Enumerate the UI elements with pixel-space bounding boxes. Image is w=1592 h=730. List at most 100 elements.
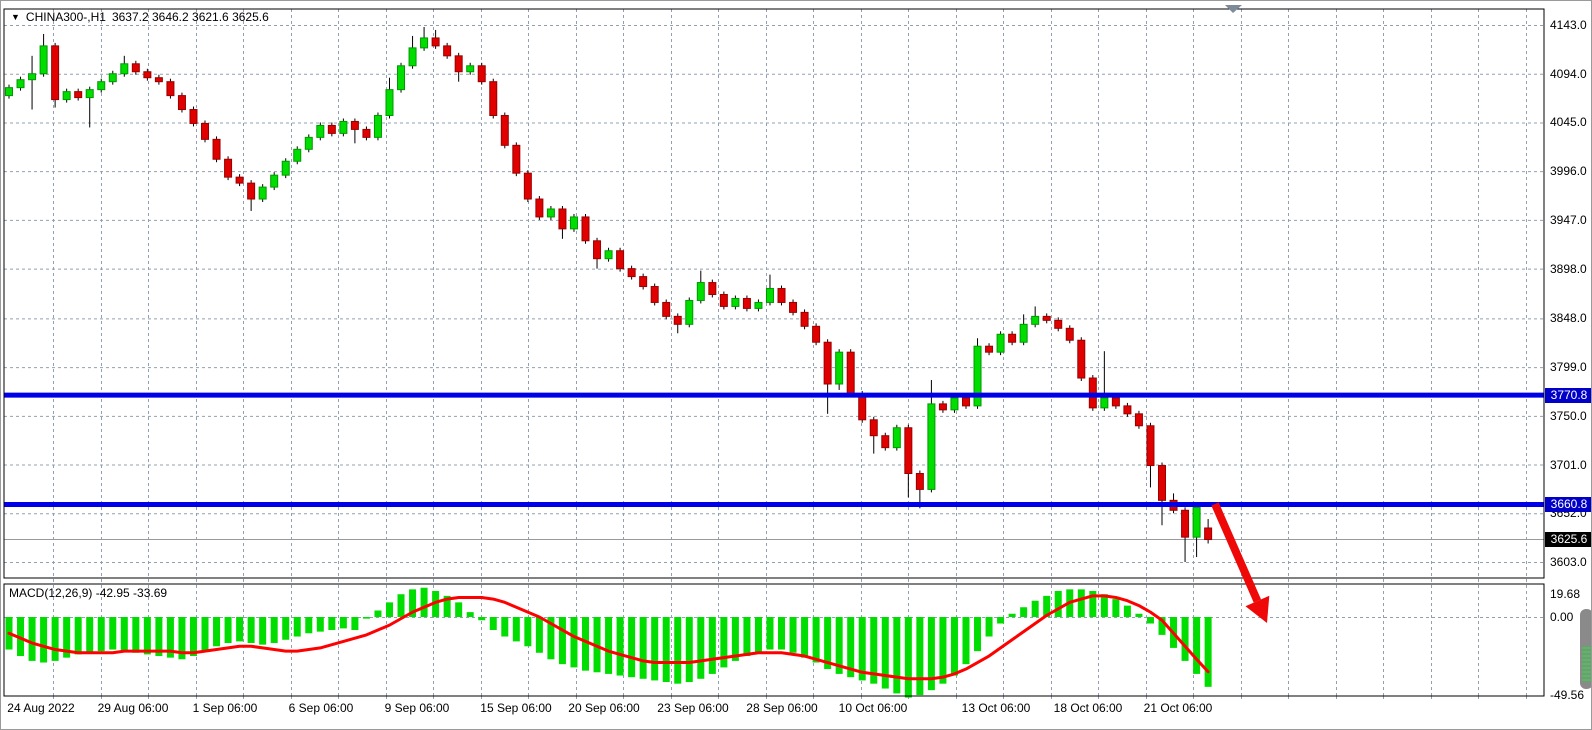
- macd-bar: [605, 617, 612, 674]
- macd-bar: [709, 617, 716, 674]
- candle-bull: [98, 82, 105, 90]
- macd-bar: [132, 617, 139, 653]
- macd-bar: [328, 617, 335, 630]
- candle-bear: [1078, 340, 1085, 378]
- price-tick-label: 3799.0: [1550, 361, 1587, 373]
- candle-bull: [547, 209, 554, 217]
- macd-bar: [398, 594, 405, 617]
- candle-bear: [824, 342, 831, 384]
- macd-bar: [778, 617, 785, 650]
- thumb-stripe: [1582, 647, 1591, 649]
- thumb-stripe: [1582, 679, 1591, 681]
- macd-bar: [743, 617, 750, 656]
- macd-bar: [790, 617, 797, 653]
- level-price-badge: 3770.8: [1545, 388, 1592, 403]
- macd-bar: [916, 617, 923, 695]
- candle-bear: [594, 241, 601, 259]
- macd-bar: [351, 617, 358, 630]
- macd-bar: [1135, 614, 1142, 617]
- candle-bear: [1147, 426, 1154, 466]
- candle-bear: [905, 428, 912, 474]
- candle-bull: [17, 80, 24, 88]
- candle-bear: [628, 269, 635, 277]
- candle-bull: [467, 66, 474, 72]
- candle-bull: [686, 300, 693, 324]
- candle-bear: [651, 287, 658, 303]
- macd-bar: [628, 617, 635, 677]
- ohlc-values: 3637.2 3646.2 3621.6 3625.6: [112, 10, 269, 24]
- candle-bull: [40, 46, 47, 74]
- macd-bar: [1009, 614, 1016, 617]
- scrollbar-thumb[interactable]: [1580, 609, 1592, 689]
- candle-bear: [236, 177, 243, 183]
- macd-bar: [559, 617, 566, 664]
- candle-bear: [524, 173, 531, 199]
- macd-bar: [144, 617, 151, 654]
- macd-bar: [951, 617, 958, 676]
- thumb-stripe: [1582, 663, 1591, 665]
- candle-bear: [870, 420, 877, 436]
- candle-bear: [248, 183, 255, 199]
- candle-bull: [86, 90, 93, 98]
- candle-bull: [386, 90, 393, 116]
- macd-bar: [813, 617, 820, 663]
- symbol-period-label: CHINA300-,H1: [26, 10, 106, 24]
- candle-bear: [1009, 334, 1016, 342]
- macd-bar: [997, 617, 1004, 624]
- candle-bear: [813, 326, 820, 342]
- thumb-stripe: [1582, 675, 1591, 677]
- candle-bull: [755, 302, 762, 308]
- candle-bear: [132, 64, 139, 72]
- candle-bear: [213, 139, 220, 159]
- price-tick-label: 4094.0: [1550, 68, 1587, 80]
- macd-bar: [52, 617, 59, 661]
- candle-bear: [478, 66, 485, 82]
- macd-bar: [294, 617, 301, 637]
- price-chart[interactable]: [1, 1, 1592, 730]
- candle-bull: [109, 74, 116, 82]
- candle-bear: [52, 46, 59, 100]
- candle-bear: [1043, 316, 1050, 320]
- time-axis[interactable]: 24 Aug 202229 Aug 06:001 Sep 06:006 Sep …: [1, 701, 1592, 719]
- candle-bull: [1032, 316, 1039, 324]
- macd-bar: [939, 617, 946, 684]
- macd-bar: [236, 617, 243, 641]
- macd-bar: [974, 617, 981, 651]
- time-tick-label: 9 Sep 06:00: [385, 701, 450, 715]
- candle-bear: [75, 92, 82, 98]
- macd-tick-label: 19.68: [1550, 588, 1580, 600]
- candle-bear: [559, 209, 566, 229]
- trend-arrow-shaft[interactable]: [1215, 504, 1257, 601]
- candle-bear: [351, 121, 358, 129]
- price-tick-label: 3603.0: [1550, 556, 1587, 568]
- macd-bar: [1112, 599, 1119, 617]
- macd-bar: [271, 617, 278, 643]
- candle-bull: [732, 298, 739, 306]
- macd-bar: [640, 617, 647, 679]
- candle-bull: [305, 137, 312, 149]
- macd-bar: [755, 617, 762, 653]
- candles: [6, 27, 1212, 562]
- time-tick-label: 10 Oct 06:00: [839, 701, 908, 715]
- macd-bar: [674, 617, 681, 684]
- macd-bar: [1078, 589, 1085, 617]
- candle-bear: [1205, 528, 1212, 540]
- macd-bar: [570, 617, 577, 667]
- macd-bar: [697, 617, 704, 679]
- candle-bear: [986, 346, 993, 352]
- macd-bar: [282, 617, 289, 640]
- candle-bear: [617, 251, 624, 269]
- candle-bull: [836, 352, 843, 384]
- macd-bar: [305, 617, 312, 633]
- symbol-dropdown-icon[interactable]: ▼: [11, 12, 20, 22]
- time-tick-label: 1 Sep 06:00: [193, 701, 258, 715]
- candle-bull: [409, 48, 416, 66]
- candle-bear: [178, 96, 185, 110]
- time-tick-label: 23 Sep 06:00: [657, 701, 728, 715]
- macd-bar: [98, 617, 105, 651]
- grid-lines: [4, 9, 1544, 700]
- candle-bear: [778, 289, 785, 303]
- macd-pane-border: [4, 584, 1544, 696]
- macd-bar: [86, 617, 93, 653]
- candle-bull: [997, 334, 1004, 352]
